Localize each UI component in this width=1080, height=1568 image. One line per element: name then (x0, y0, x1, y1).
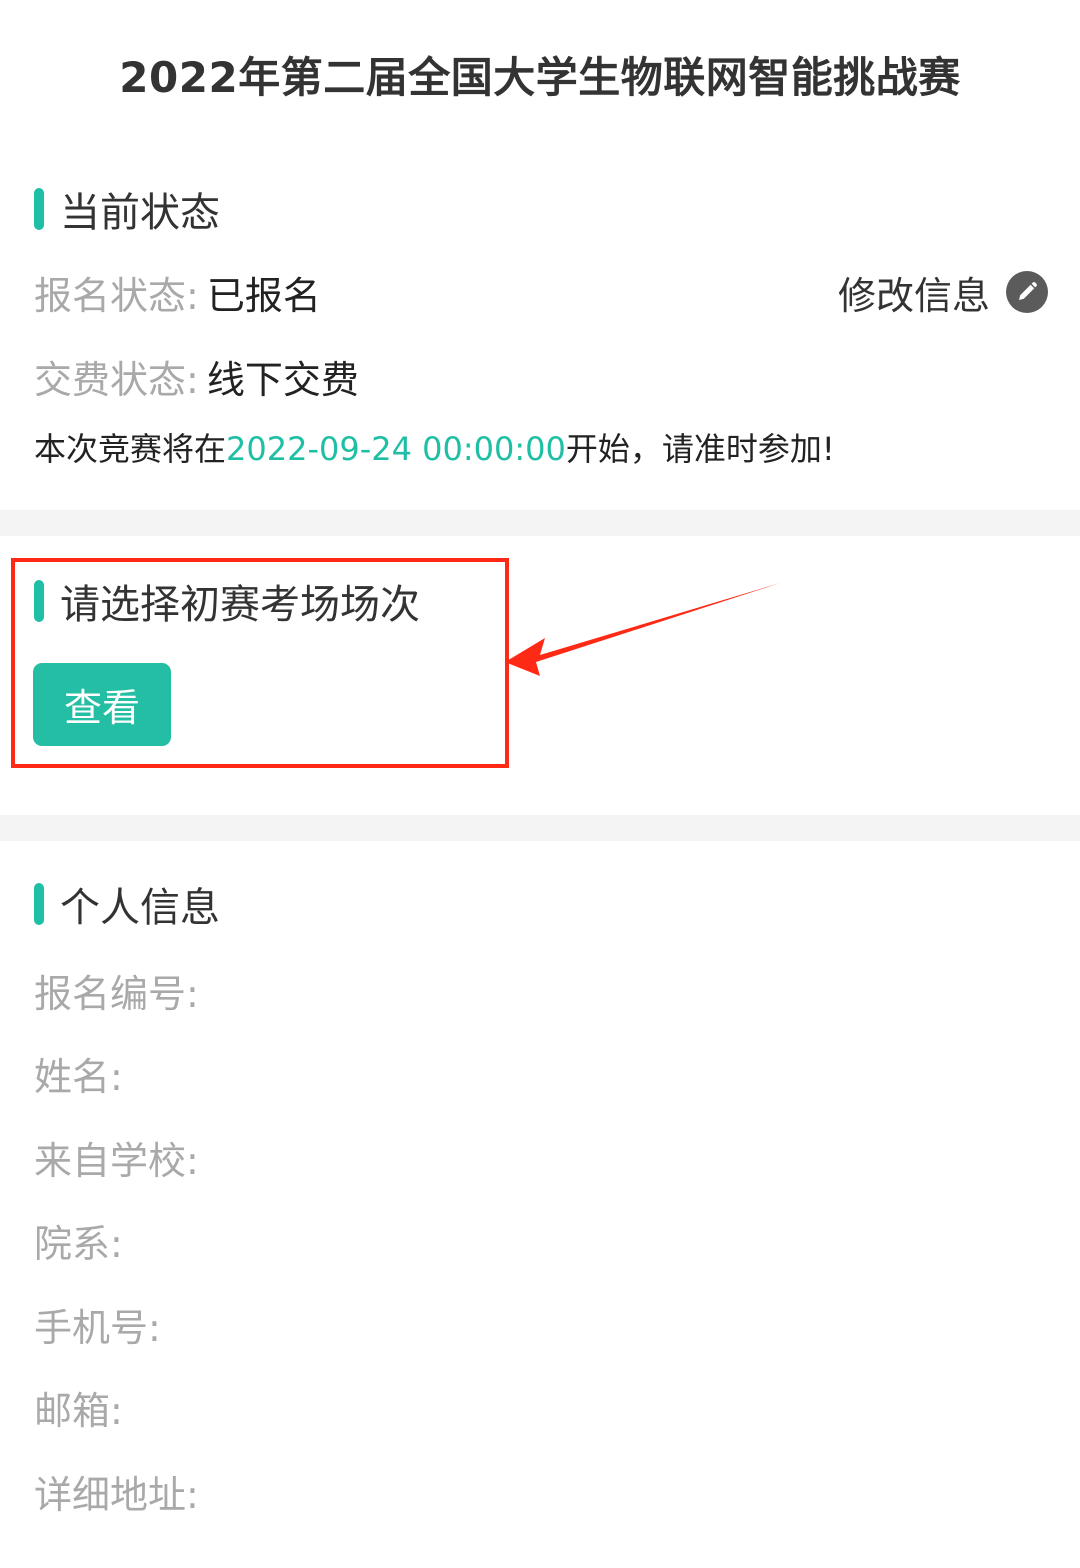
section-accent-bar (34, 883, 44, 925)
address-label: 详细地址: (34, 1472, 199, 1517)
department-label: 院系: (34, 1221, 123, 1266)
personal-field-row: 邮箱: (34, 1383, 123, 1433)
personal-field-row: 手机号: (34, 1300, 161, 1350)
name-label: 姓名: (34, 1054, 123, 1099)
email-label: 邮箱: (34, 1388, 123, 1433)
personal-field-row: 姓名: (34, 1049, 123, 1099)
personal-field-row: 院系: (34, 1216, 123, 1266)
personal-section-title: 个人信息 (60, 885, 220, 931)
school-label: 来自学校: (34, 1138, 199, 1183)
annotation-arrow (505, 583, 780, 676)
section-divider (0, 815, 1080, 841)
page: 2022年第二届全国大学生物联网智能挑战赛 当前状态 报名状态: 已报名 修改信… (0, 0, 1080, 1568)
personal-field-row: 来自学校: (34, 1133, 199, 1183)
personal-field-row: 报名编号: (34, 966, 199, 1016)
phone-label: 手机号: (34, 1305, 161, 1350)
personal-field-row: 详细地址: (34, 1467, 199, 1517)
personal-section-header: 个人信息 (34, 881, 220, 931)
registration-number-label: 报名编号: (34, 971, 199, 1016)
